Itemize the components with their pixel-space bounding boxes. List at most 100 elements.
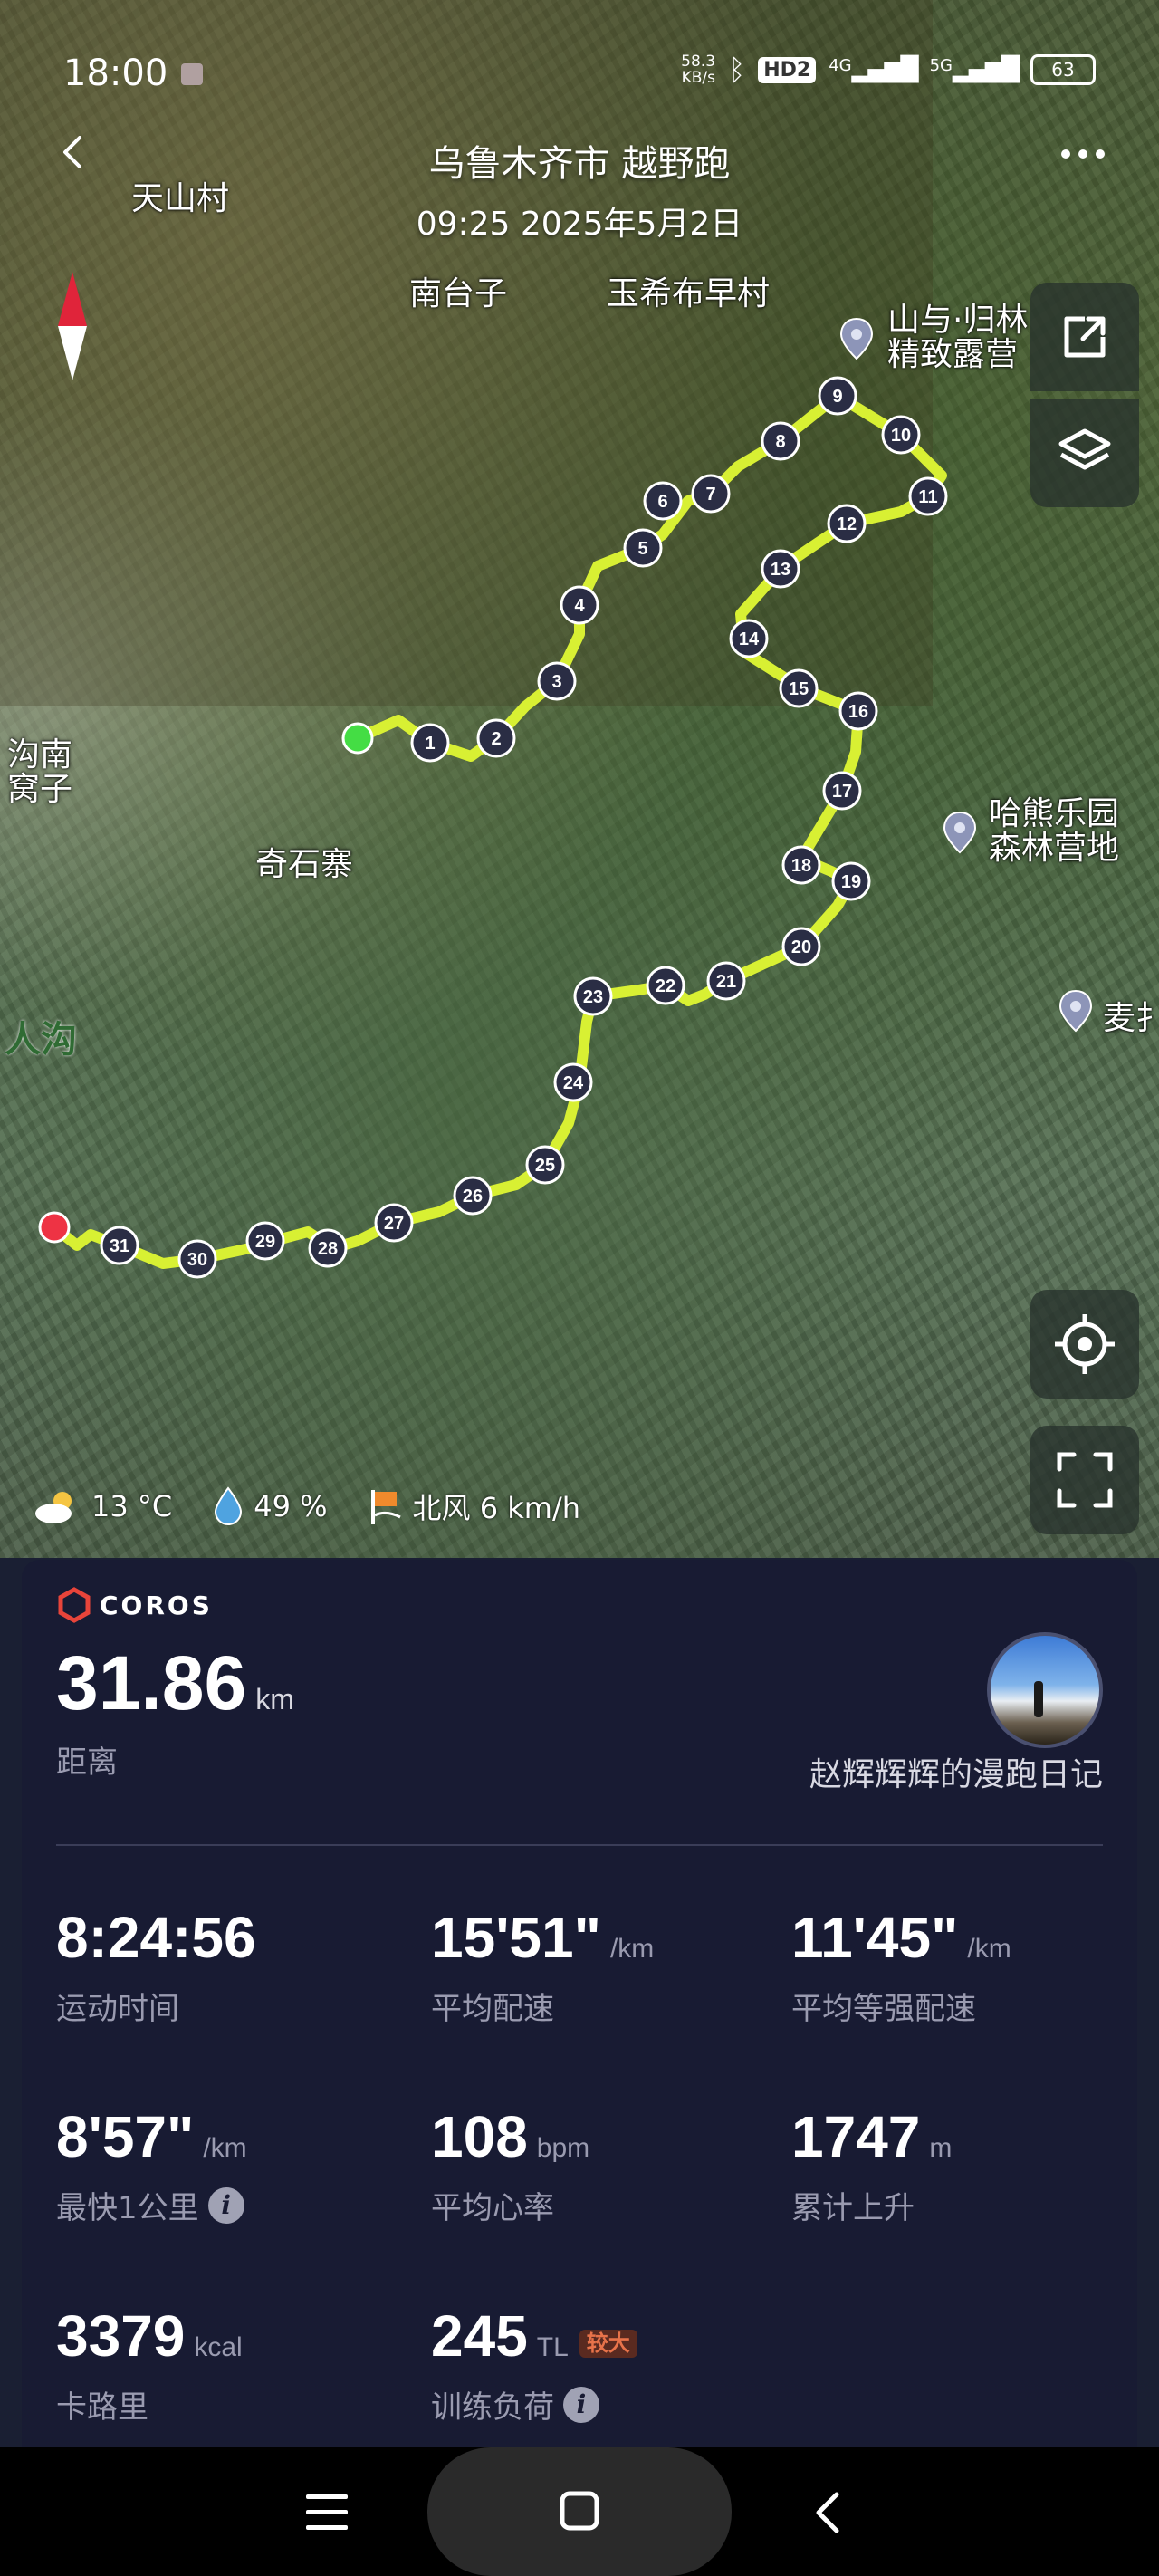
map-layers-button[interactable] (1030, 399, 1139, 507)
layers-icon (1058, 428, 1111, 470)
fullscreen-button[interactable] (1030, 1426, 1139, 1534)
signal-4g-icon: 4G▂▄▆█ (829, 56, 918, 83)
home-button[interactable] (427, 2447, 732, 2576)
stat-label: 平均配速 (431, 1991, 554, 2027)
km-marker[interactable]: 5 (623, 528, 663, 568)
stat-label: 运动时间 (56, 1991, 179, 2027)
locate-target-icon (1055, 1314, 1115, 1374)
stat-avg-pace: 15'51" /km 平均配速 (431, 1904, 654, 2028)
temperature-text: 13 °C (91, 1489, 173, 1523)
km-marker[interactable]: 4 (560, 585, 599, 625)
stat-fastest-km: 8'57" /km 最快1公里 i (56, 2103, 247, 2227)
km-marker[interactable]: 7 (691, 474, 731, 514)
stat-avg-grade-pace: 11'45" /km 平均等强配速 (791, 1904, 1011, 2028)
km-marker[interactable]: 30 (177, 1239, 217, 1279)
stat-unit: TL (536, 2332, 569, 2362)
share-button[interactable] (1030, 283, 1139, 391)
stat-value: 11'45" (791, 1905, 959, 1970)
km-marker-label: 30 (187, 1250, 207, 1270)
distance-label: 距离 (56, 1745, 118, 1781)
wind-flag-icon (370, 1490, 401, 1524)
km-marker[interactable]: 17 (822, 771, 862, 811)
km-marker[interactable]: 29 (245, 1221, 285, 1261)
km-marker[interactable]: 23 (573, 976, 613, 1016)
stat-label: 平均心率 (431, 2190, 554, 2226)
km-marker[interactable]: 14 (729, 619, 769, 658)
km-marker-label: 12 (837, 514, 857, 534)
info-icon[interactable]: i (207, 2187, 244, 2224)
km-marker[interactable]: 9 (818, 376, 857, 416)
km-marker[interactable]: 8 (761, 421, 800, 461)
km-marker[interactable]: 1 (410, 723, 450, 763)
stat-value: 3379 (56, 2303, 186, 2369)
activity-summary-card: COROS 31.86 km 距离 赵辉辉辉的漫跑日记 8:24:56 运动时间 … (22, 1560, 1137, 2447)
km-marker[interactable]: 28 (308, 1228, 348, 1268)
stat-unit: m (929, 2133, 953, 2163)
user-name[interactable]: 赵辉辉辉的漫跑日记 (809, 1748, 1103, 1795)
activity-datetime: 09:25 2025年5月2日 (416, 206, 743, 243)
stat-label: 最快1公里 (56, 2190, 199, 2226)
stat-label: 训练负荷 (431, 2389, 554, 2426)
km-marker-label: 25 (535, 1156, 555, 1176)
km-marker-label: 31 (110, 1236, 129, 1256)
stat-value: 8'57" (56, 2104, 195, 2169)
km-marker-label: 11 (918, 487, 937, 507)
km-marker[interactable]: 2 (476, 718, 516, 758)
km-marker[interactable]: 27 (374, 1203, 414, 1243)
network-speed: 58.3 KB/s (681, 53, 715, 86)
nav-back-icon[interactable] (813, 2491, 840, 2534)
km-marker-label: 19 (841, 872, 861, 892)
km-marker-label: 6 (657, 492, 667, 512)
km-marker[interactable]: 21 (706, 961, 746, 1001)
km-marker[interactable]: 19 (831, 861, 871, 901)
km-marker-label: 8 (775, 432, 785, 452)
km-marker-label: 13 (771, 560, 790, 580)
coros-logo-icon (58, 1587, 91, 1623)
km-marker[interactable]: 13 (761, 549, 800, 589)
humidity-text: 49 % (254, 1489, 328, 1523)
stat-value: 1747 (791, 2104, 921, 2169)
km-marker-label: 21 (716, 972, 736, 992)
km-marker[interactable]: 20 (781, 927, 821, 966)
more-options-icon[interactable] (1061, 149, 1105, 159)
avatar[interactable] (987, 1632, 1103, 1748)
stat-unit: bpm (536, 2133, 590, 2163)
km-marker[interactable]: 26 (453, 1176, 493, 1216)
weather-wind: 北风 6 km/h (368, 1485, 580, 1527)
km-marker-label: 5 (637, 539, 647, 559)
km-marker-label: 4 (574, 596, 585, 616)
distance-value: 31.86 km (56, 1639, 294, 1727)
divider (56, 1844, 1103, 1846)
humidity-drop-icon (215, 1486, 243, 1525)
stat-unit: kcal (194, 2332, 243, 2362)
stat-unit: /km (609, 1934, 655, 1964)
km-marker[interactable]: 24 (553, 1062, 593, 1102)
km-marker[interactable]: 22 (646, 966, 685, 1005)
km-marker-label: 1 (425, 734, 435, 754)
wind-text: 北风 6 km/h (412, 1491, 581, 1525)
km-marker[interactable]: 3 (537, 661, 577, 701)
km-marker[interactable]: 16 (838, 691, 878, 731)
km-marker-label: 15 (789, 679, 809, 699)
km-marker[interactable]: 10 (881, 415, 921, 455)
weather-temperature: 13 °C (32, 1488, 172, 1524)
menu-icon[interactable] (306, 2493, 348, 2533)
battery-icon: 63 (1030, 54, 1096, 85)
info-icon[interactable]: i (563, 2386, 599, 2423)
locate-me-button[interactable] (1030, 1290, 1139, 1399)
weather-bar: 13 °C 49 % 北风 6 km/h (32, 1485, 608, 1527)
signal-4g-label: 4G (829, 56, 852, 75)
stat-label: 卡路里 (56, 2389, 148, 2426)
km-marker[interactable]: 25 (525, 1145, 565, 1185)
activity-title: 乌鲁木齐市 越野跑 (428, 143, 731, 185)
km-marker[interactable]: 18 (781, 845, 821, 885)
km-marker[interactable]: 15 (779, 668, 819, 708)
km-marker[interactable]: 12 (827, 504, 867, 543)
km-marker-label: 22 (656, 976, 675, 996)
stat-label: 累计上升 (791, 2190, 915, 2226)
km-marker-label: 16 (848, 702, 868, 722)
coros-logo: COROS (56, 1587, 213, 1623)
km-marker[interactable]: 31 (100, 1226, 139, 1265)
km-marker[interactable]: 6 (643, 481, 683, 521)
km-marker[interactable]: 11 (908, 476, 948, 516)
